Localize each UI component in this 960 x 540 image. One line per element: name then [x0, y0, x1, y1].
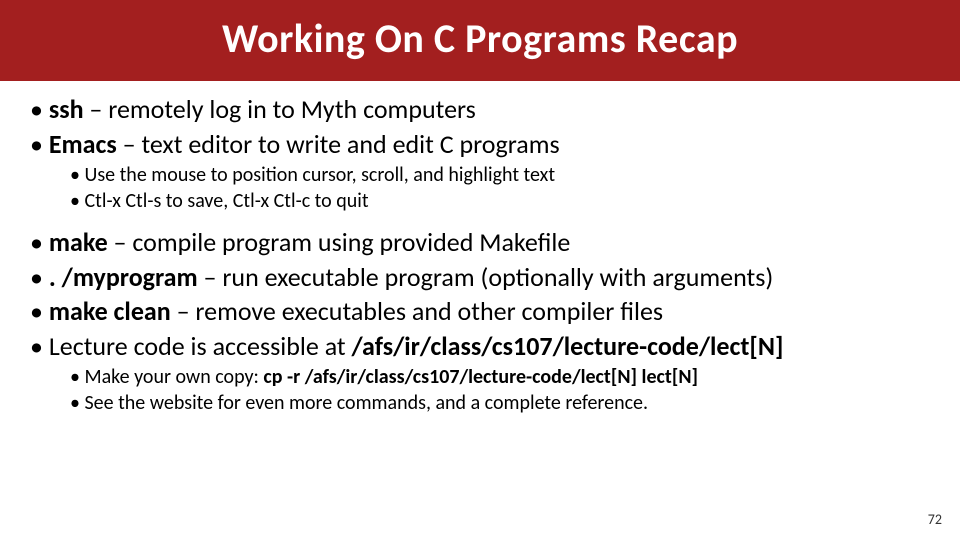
bullet-emacs: Emacs – text editor to write and edit C … [30, 128, 930, 161]
bullet-list-2: make – compile program using provided Ma… [30, 226, 930, 362]
sub-copy-pre: Make your own copy: [84, 365, 263, 389]
sub-copy-cmd: cp -r /afs/ir/class/cs107/lecture-code/l… [263, 365, 698, 389]
bullet-run: . /myprogram – run executable program (o… [30, 261, 930, 294]
cmd-ssh: ssh [49, 93, 84, 125]
lecture-code-path: /afs/ir/class/cs107/lecture-code/lect[N] [352, 330, 784, 362]
cmd-make: make [49, 226, 108, 258]
desc-run: – run executable program (optionally wit… [198, 261, 774, 293]
cmd-make-clean: make clean [49, 295, 171, 327]
slide-body: ssh – remotely log in to Myth computers … [0, 81, 960, 416]
sub-emacs-keys: Ctl-x Ctl-s to save, Ctl-x Ctl-c to quit [70, 188, 930, 214]
sub-copy: Make your own copy: cp -r /afs/ir/class/… [70, 364, 930, 390]
sub-website: See the website for even more commands, … [70, 390, 930, 416]
sublist-lecture: Make your own copy: cp -r /afs/ir/class/… [70, 364, 930, 416]
bullet-make-clean: make clean – remove executables and othe… [30, 295, 930, 328]
bullet-list: ssh – remotely log in to Myth computers … [30, 93, 930, 160]
desc-ssh: – remotely log in to Myth computers [84, 93, 476, 125]
bullet-ssh: ssh – remotely log in to Myth computers [30, 93, 930, 126]
bullet-make: make – compile program using provided Ma… [30, 226, 930, 259]
slide-title: Working On C Programs Recap [0, 0, 960, 81]
desc-make-clean: – remove executables and other compiler … [171, 295, 663, 327]
slide: { "title": "Working On C Programs Recap"… [0, 0, 960, 540]
desc-emacs: – text editor to write and edit C progra… [117, 128, 560, 160]
lecture-code-pre: Lecture code is accessible at [49, 330, 352, 362]
cmd-run: . /myprogram [49, 261, 198, 293]
cmd-emacs: Emacs [49, 128, 117, 160]
sublist-emacs: Use the mouse to position cursor, scroll… [70, 162, 930, 214]
page-number: 72 [928, 511, 942, 528]
bullet-lecture-code: Lecture code is accessible at /afs/ir/cl… [30, 330, 930, 363]
sub-emacs-mouse: Use the mouse to position cursor, scroll… [70, 162, 930, 188]
desc-make: – compile program using provided Makefil… [108, 226, 571, 258]
